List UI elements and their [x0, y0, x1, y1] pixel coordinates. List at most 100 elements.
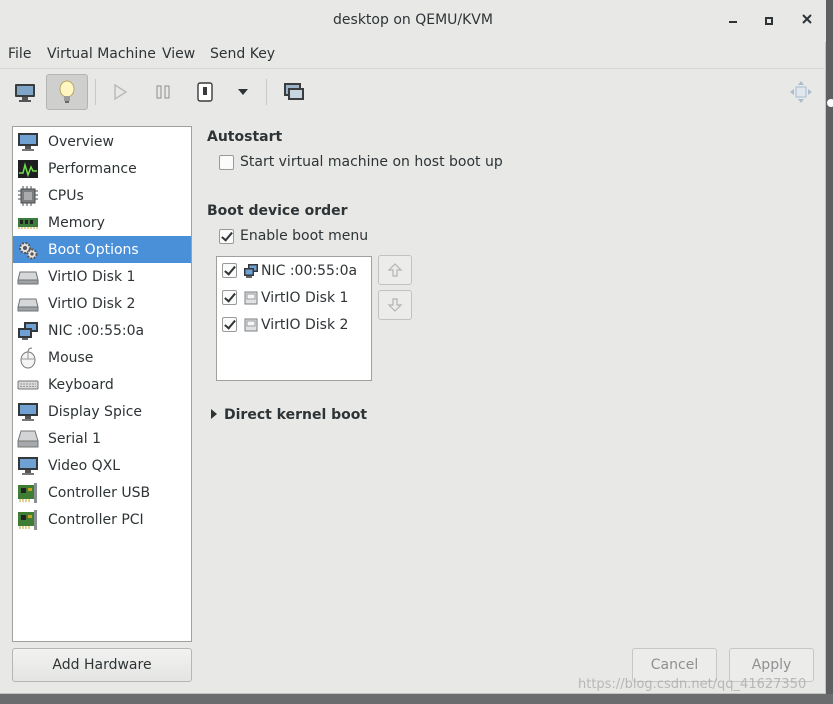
sidebar-item-serial-1[interactable]: Serial 1 [13, 425, 191, 452]
move-up-button[interactable] [378, 255, 412, 285]
display-icon [16, 400, 40, 424]
overview-icon [16, 130, 40, 154]
maximize-icon [765, 17, 773, 25]
desktop-edge [0, 694, 833, 704]
sidebar-item-label: Overview [48, 133, 114, 150]
boot-device-checkbox[interactable] [222, 263, 237, 278]
boot-device-checkbox[interactable] [222, 317, 237, 332]
sidebar-item-label: CPUs [48, 187, 84, 204]
cpu-icon [16, 184, 40, 208]
console-button[interactable] [4, 74, 46, 110]
autostart-label: Start virtual machine on host boot up [240, 154, 503, 170]
sidebar-item-memory[interactable]: Memory [13, 209, 191, 236]
boot-device-checkbox[interactable] [222, 290, 237, 305]
sidebar-item-boot-options[interactable]: Boot Options [13, 236, 191, 263]
performance-icon [16, 157, 40, 181]
disk-icon [16, 292, 40, 316]
boot-order-heading: Boot device order [207, 203, 348, 219]
maximize-button[interactable] [760, 12, 778, 30]
mouse-icon [16, 346, 40, 370]
sidebar-item-mouse[interactable]: Mouse [13, 344, 191, 371]
close-icon [802, 14, 812, 24]
toolbar-separator [266, 79, 267, 105]
sidebar-item-nic[interactable]: NIC :00:55:0a [13, 317, 191, 344]
keyboard-icon [16, 373, 40, 397]
boot-device-list: NIC :00:55:0a VirtIO Disk 1 VirtIO Disk … [216, 256, 372, 381]
details-button[interactable] [46, 74, 88, 110]
sidebar-item-controller-pci[interactable]: Controller PCI [13, 506, 191, 533]
play-icon [114, 83, 128, 101]
menu-send-key[interactable]: Send Key [210, 46, 275, 62]
sidebar-item-label: Serial 1 [48, 430, 101, 447]
memory-icon [16, 211, 40, 235]
direct-kernel-boot-label: Direct kernel boot [224, 407, 368, 423]
serial-icon [16, 427, 40, 451]
disk-icon [243, 290, 259, 306]
sidebar-item-cpus[interactable]: CPUs [13, 182, 191, 209]
sidebar-item-label: Controller USB [48, 484, 151, 501]
menu-view[interactable]: View [162, 46, 195, 62]
sidebar-item-keyboard[interactable]: Keyboard [13, 371, 191, 398]
fullscreen-icon [790, 81, 812, 103]
snapshots-button[interactable] [272, 74, 314, 110]
vm-details-window: desktop on QEMU/KVM File Virtual Machine… [0, 0, 826, 694]
shutdown-button[interactable] [184, 74, 226, 110]
sidebar-item-video-qxl[interactable]: Video QXL [13, 452, 191, 479]
list-item[interactable]: VirtIO Disk 2 [217, 312, 371, 339]
move-down-button[interactable] [378, 290, 412, 320]
minimize-icon [729, 21, 737, 23]
sidebar-item-label: Performance [48, 160, 137, 177]
sidebar-item-display-spice[interactable]: Display Spice [13, 398, 191, 425]
sidebar-item-controller-usb[interactable]: Controller USB [13, 479, 191, 506]
expander-arrow-icon [211, 409, 217, 419]
disk-icon [16, 265, 40, 289]
edge-dot [827, 99, 833, 107]
shutdown-menu-button[interactable] [222, 74, 264, 110]
lightbulb-icon [59, 80, 75, 103]
watermark: https://blog.csdn.net/qq_41627350 [578, 677, 807, 692]
boot-device-label: VirtIO Disk 2 [261, 317, 349, 333]
enable-boot-menu-checkbox[interactable] [219, 229, 234, 244]
minimize-button[interactable] [724, 12, 742, 30]
boot-device-label: NIC :00:55:0a [261, 263, 358, 279]
close-button[interactable] [798, 12, 816, 30]
add-hardware-button[interactable]: Add Hardware [12, 648, 192, 682]
menu-virtual-machine[interactable]: Virtual Machine [47, 46, 156, 62]
power-icon [197, 82, 213, 102]
sidebar-item-label: VirtIO Disk 1 [48, 268, 136, 285]
sidebar-item-label: Controller PCI [48, 511, 144, 528]
toolbar [0, 68, 826, 114]
toolbar-separator [95, 79, 96, 105]
window-title: desktop on QEMU/KVM [333, 12, 493, 28]
sidebar-item-label: Boot Options [48, 241, 139, 258]
sidebar-item-label: VirtIO Disk 2 [48, 295, 136, 312]
sidebar-item-overview[interactable]: Overview [13, 128, 191, 155]
sidebar-item-virtio-disk-2[interactable]: VirtIO Disk 2 [13, 290, 191, 317]
disk-icon [243, 317, 259, 333]
sidebar-item-virtio-disk-1[interactable]: VirtIO Disk 1 [13, 263, 191, 290]
screenshot-icon [284, 83, 304, 100]
title-bar[interactable]: desktop on QEMU/KVM [0, 0, 826, 42]
run-button[interactable] [99, 74, 141, 110]
controller-icon [16, 508, 40, 532]
sidebar-item-label: Display Spice [48, 403, 143, 420]
boot-device-label: VirtIO Disk 1 [261, 290, 349, 306]
list-item[interactable]: NIC :00:55:0a [217, 258, 371, 285]
pause-button[interactable] [142, 74, 184, 110]
arrow-down-icon [387, 298, 403, 312]
monitor-icon [15, 84, 35, 102]
sidebar-item-performance[interactable]: Performance [13, 155, 191, 182]
enable-boot-menu-label: Enable boot menu [240, 228, 369, 244]
controller-icon [16, 481, 40, 505]
dropdown-arrow-icon [238, 89, 248, 95]
network-icon [243, 263, 259, 279]
fullscreen-button[interactable] [780, 74, 822, 110]
list-item[interactable]: VirtIO Disk 1 [217, 285, 371, 312]
menu-file[interactable]: File [8, 46, 31, 62]
arrow-up-icon [387, 263, 403, 277]
sidebar-item-label: Keyboard [48, 376, 114, 393]
sidebar-item-label: Mouse [48, 349, 94, 366]
sidebar-item-label: Memory [48, 214, 105, 231]
autostart-checkbox[interactable] [219, 155, 234, 170]
hardware-list: Overview Performance CPUs Memory Boot Op… [12, 126, 192, 642]
